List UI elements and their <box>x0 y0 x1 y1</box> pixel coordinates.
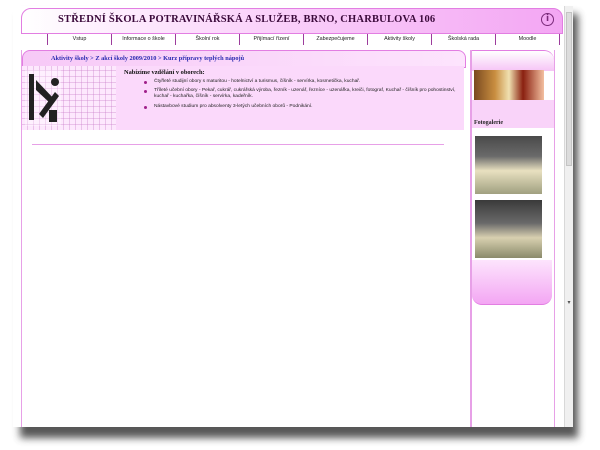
sidebar-header <box>472 50 554 71</box>
breadcrumb[interactable]: Aktivity školy > Z akcí školy 2009/2010 … <box>51 55 244 62</box>
scroll-down-arrow-icon[interactable]: ▾ <box>565 299 573 307</box>
list-item: Čtyřleté studijní obory s maturitou - ho… <box>144 79 456 85</box>
school-logo-panel <box>22 66 116 130</box>
nav-item-skolni-rok[interactable]: Školní rok <box>175 34 239 45</box>
gallery-photo[interactable] <box>475 200 542 258</box>
site-title: STŘEDNÍ ŠKOLA POTRAVINÁŘSKÁ A SLUŽEB, BR… <box>58 14 436 25</box>
list-item: Tříleté učební obory - Pekař, cukrář, cu… <box>144 88 456 100</box>
featured-photo[interactable] <box>474 70 544 100</box>
sidebar-footer <box>472 260 552 305</box>
study-offer-box: Nabízíme vzdělání v oborech: Čtyřleté st… <box>116 66 464 130</box>
list-item: Nástavbové studium pro absolventy 3-letý… <box>144 104 456 110</box>
nav-item-skolska-rada[interactable]: Školská rada <box>431 34 495 45</box>
main-nav: Vstup Informace o škole Školní rok Přijí… <box>47 34 560 45</box>
offer-title: Nabízíme vzdělání v oborech: <box>124 69 205 76</box>
info-icon[interactable]: i <box>541 13 554 26</box>
site-header: STŘEDNÍ ŠKOLA POTRAVINÁŘSKÁ A SLUŽEB, BR… <box>21 8 563 34</box>
scrollbar-thumb[interactable] <box>566 12 572 166</box>
nav-item-zabezpecujeme[interactable]: Zabezpečujeme <box>303 34 367 45</box>
nav-item-prijimaci-rizeni[interactable]: Přijímací řízení <box>239 34 303 45</box>
browser-window: STŘEDNÍ ŠKOLA POTRAVINÁŘSKÁ A SLUŽEB, BR… <box>13 6 573 427</box>
nav-item-moodle[interactable]: Moodle <box>495 34 560 45</box>
main-content: Aktivity školy > Z akcí školy 2009/2010 … <box>21 50 471 427</box>
nav-item-informace[interactable]: Informace o škole <box>111 34 175 45</box>
gallery-label[interactable]: Fotogalerie <box>474 120 503 126</box>
divider <box>32 144 444 145</box>
nav-item-aktivity[interactable]: Aktivity školy <box>367 34 431 45</box>
vertical-scrollbar[interactable]: ▾ <box>564 6 573 427</box>
right-sidebar: Fotogalerie <box>471 50 555 427</box>
hands-logo-icon <box>25 70 61 126</box>
gallery-photo[interactable] <box>475 136 542 194</box>
offer-list: Čtyřleté studijní obory s maturitou - ho… <box>144 79 456 113</box>
nav-item-vstup[interactable]: Vstup <box>47 34 111 45</box>
